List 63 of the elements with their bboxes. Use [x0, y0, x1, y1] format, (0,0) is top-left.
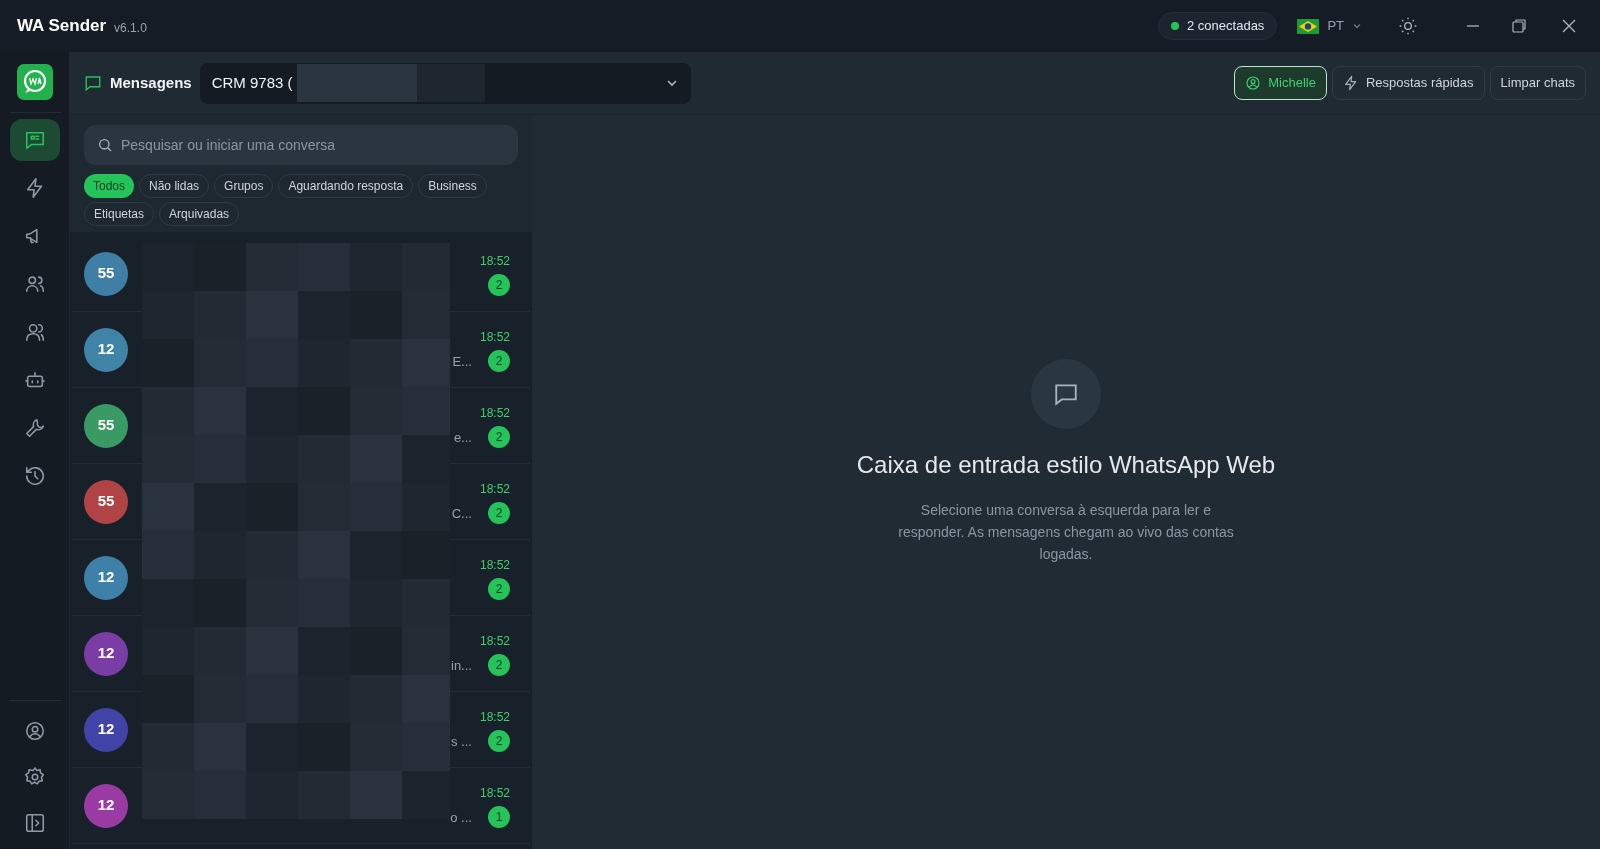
message-time: 18:52	[479, 404, 510, 422]
message-preview: s ...	[451, 732, 472, 751]
restore-icon[interactable]	[1512, 19, 1526, 33]
account-select[interactable]: CRM 9783 (	[199, 62, 691, 104]
brazil-flag-icon	[1297, 18, 1320, 34]
message-preview: in...	[451, 656, 472, 675]
user-circle-icon	[23, 720, 46, 742]
header-button[interactable]: Limpar chats	[1489, 66, 1586, 100]
settings-icon	[23, 766, 46, 788]
unread-count: 2	[488, 729, 510, 752]
message-icon	[23, 129, 46, 151]
unread-count: 2	[488, 425, 510, 448]
message-time: 18:52	[479, 328, 510, 346]
message-preview: e...	[453, 428, 472, 447]
avatar: 12	[84, 555, 128, 600]
sun-icon[interactable]	[1398, 16, 1418, 36]
avatar: 12	[84, 707, 128, 752]
empty-state-text: Selecione uma conversa à esquerda para ler e responder. As mensagens chegam ao vivo das contas logadas.	[897, 501, 1235, 564]
message-time: 18:52	[479, 784, 510, 802]
language-select[interactable]: PT	[1297, 16, 1362, 36]
message-time: 18:52	[479, 252, 510, 270]
unread-count: 2	[488, 349, 510, 372]
close-icon[interactable]	[1562, 19, 1576, 33]
message-icon	[84, 74, 102, 92]
nav-item[interactable]	[9, 119, 60, 161]
header-button[interactable]: Michelle	[1234, 66, 1327, 100]
message-time: 18:52	[479, 708, 510, 726]
search-field[interactable]: Pesquisar ou iniciar uma conversa	[84, 125, 518, 165]
sidebar-toggle-icon	[23, 812, 46, 834]
chevron-down-icon	[1352, 21, 1362, 31]
filter-chip[interactable]: Todos	[84, 174, 135, 198]
avatar: 12	[84, 783, 128, 828]
avatar: 55	[84, 251, 128, 296]
users-icon	[23, 321, 46, 343]
history-icon	[23, 465, 46, 487]
message-preview: o ...	[450, 808, 472, 827]
message-time: 18:52	[479, 480, 510, 498]
version-label: v6.1.0	[114, 20, 147, 37]
avatar: 55	[84, 479, 128, 524]
empty-state-title: Caixa de entrada estilo WhatsApp Web	[856, 450, 1276, 480]
unread-count: 1	[488, 805, 510, 828]
unread-count: 2	[488, 501, 510, 524]
wrench-icon	[23, 417, 46, 439]
lightning-icon	[1342, 75, 1359, 91]
user-circle-icon	[1245, 75, 1262, 91]
avatar: 12	[84, 631, 128, 676]
message-preview: C...	[451, 504, 472, 523]
unread-count: 2	[488, 273, 510, 296]
chat-bubble-icon	[1053, 381, 1079, 407]
header-button[interactable]: Respostas rápidas	[1331, 66, 1485, 100]
unread-count: 2	[488, 577, 510, 600]
message-time: 18:52	[479, 556, 510, 574]
message-preview: E...	[452, 352, 472, 371]
message-time: 18:52	[479, 632, 510, 650]
unread-count: 2	[488, 653, 510, 676]
avatar: 55	[84, 403, 128, 448]
page-title: Mensagens	[110, 72, 192, 93]
app-title: WA Sender	[17, 15, 107, 38]
avatar: 12	[84, 327, 128, 372]
search-icon	[97, 137, 113, 153]
users-icon	[23, 273, 46, 295]
app-logo-icon	[16, 64, 53, 100]
connection-status[interactable]: 2 conectadas	[1158, 12, 1278, 40]
